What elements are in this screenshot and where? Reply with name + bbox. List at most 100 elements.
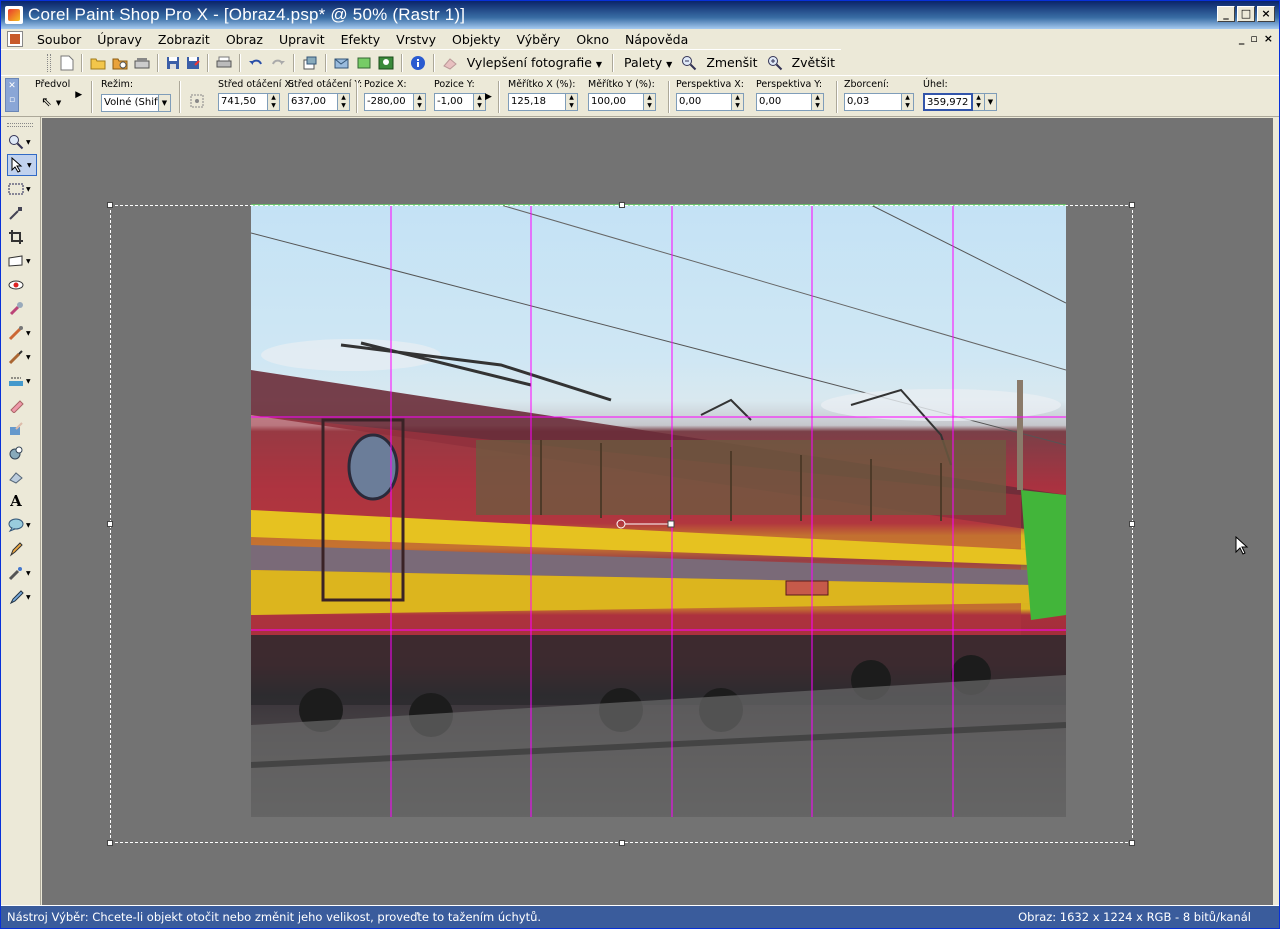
scale-y-field[interactable]: 100,00 — [588, 93, 644, 111]
menu-image[interactable]: Obraz — [218, 32, 271, 47]
menu-adjust[interactable]: Upravit — [271, 32, 333, 47]
pen-tool[interactable] — [7, 538, 37, 560]
save-icon[interactable] — [166, 54, 180, 72]
zoom-in-button[interactable]: Zvětšit — [786, 55, 841, 70]
print-icon[interactable] — [216, 54, 232, 72]
red-eye-tool[interactable] — [7, 274, 37, 296]
angle-field[interactable]: 359,972 — [923, 93, 973, 111]
canvas-workspace[interactable] — [42, 118, 1279, 905]
share-icon[interactable] — [356, 54, 372, 72]
eraser-disabled-icon[interactable] — [442, 54, 458, 72]
paint-brush-tool[interactable]: ▼ — [7, 346, 37, 368]
mode-dropdown-button[interactable]: ▼ — [159, 94, 171, 112]
minimize-button[interactable]: _ — [1217, 6, 1235, 22]
persp-x-field[interactable]: 0,00 — [676, 93, 732, 111]
pick-tool[interactable]: ▼ — [7, 154, 37, 176]
menu-file[interactable]: Soubor — [29, 32, 89, 47]
pick-cursor-icon[interactable]: ⇖ — [41, 95, 52, 110]
pos-x-spinner[interactable]: ▲ ▼ — [414, 93, 426, 111]
preset-more-icon[interactable]: ▶ — [75, 90, 82, 100]
doc-minimize-button[interactable]: _ — [1239, 32, 1245, 45]
zoom-in-icon[interactable] — [767, 54, 783, 72]
undo-icon[interactable] — [248, 54, 264, 72]
rot-center-x-spinner[interactable]: ▲ ▼ — [268, 93, 280, 111]
menu-edit[interactable]: Úpravy — [89, 32, 150, 47]
retouch-tool[interactable] — [7, 418, 37, 440]
skew-spinner[interactable]: ▲ ▼ — [902, 93, 914, 111]
dropper-tool[interactable] — [7, 202, 37, 224]
resize-handle-se[interactable] — [1129, 840, 1135, 846]
pos-y-field[interactable]: -1,00 — [434, 93, 474, 111]
promote-selection-icon[interactable] — [302, 54, 318, 72]
new-file-icon[interactable] — [60, 54, 74, 72]
menu-window[interactable]: Okno — [568, 32, 617, 47]
straighten-tool[interactable]: ▼ — [7, 250, 37, 272]
menu-objects[interactable]: Objekty — [444, 32, 508, 47]
close-button[interactable]: × — [1257, 6, 1275, 22]
preset-shape-tool[interactable]: ▼ — [7, 514, 37, 536]
menu-help[interactable]: Nápověda — [617, 32, 696, 47]
document-icon[interactable] — [7, 31, 23, 47]
resize-handle-sw[interactable] — [107, 840, 113, 846]
maximize-button[interactable]: □ — [1237, 6, 1255, 22]
picture-tube-tool[interactable] — [7, 442, 37, 464]
toolbar-grip[interactable] — [47, 53, 51, 72]
selection-icon — [7, 180, 25, 198]
tool-options-close[interactable]: ✕ ▫ — [5, 78, 19, 112]
selection-tool[interactable]: ▼ — [7, 178, 37, 200]
email-icon[interactable] — [334, 54, 350, 72]
persp-y-field[interactable]: 0,00 — [756, 93, 812, 111]
redo-icon[interactable] — [270, 54, 286, 72]
persp-y-spinner[interactable]: ▲ ▼ — [812, 93, 824, 111]
center-reset-icon[interactable] — [189, 93, 205, 112]
crop-tool[interactable] — [7, 226, 37, 248]
picture-frame-icon[interactable] — [378, 54, 394, 72]
photo-fix-menu[interactable]: Vylepšení fotografie ▼ — [461, 55, 608, 70]
pencil-tool[interactable]: ▼ — [7, 586, 37, 608]
zoom-out-button[interactable]: Zmenšit — [700, 55, 763, 70]
selection-bounds[interactable] — [110, 205, 1133, 843]
scratch-remover-tool[interactable]: ▼ — [7, 322, 37, 344]
airbrush-tool[interactable]: ▼ — [7, 562, 37, 584]
eraser-tool[interactable] — [7, 394, 37, 416]
persp-x-spinner[interactable]: ▲ ▼ — [732, 93, 744, 111]
palettes-menu[interactable]: Palety ▼ — [618, 55, 678, 70]
zoom-tool[interactable]: ▼ — [7, 131, 37, 153]
tools-grip[interactable] — [7, 123, 33, 127]
info-icon[interactable] — [410, 54, 426, 72]
menu-view[interactable]: Zobrazit — [150, 32, 218, 47]
rot-center-x-field[interactable]: 741,50 — [218, 93, 268, 111]
zoom-out-icon[interactable] — [681, 54, 697, 72]
rot-center-y-spinner[interactable]: ▲ ▼ — [338, 93, 350, 111]
save-as-icon[interactable] — [186, 54, 200, 72]
open-folder-icon[interactable] — [90, 54, 106, 72]
resize-handle-n[interactable] — [619, 202, 625, 208]
preset-dropdown-icon[interactable]: ▼ — [56, 99, 61, 107]
scale-x-spinner[interactable]: ▲ ▼ — [566, 93, 578, 111]
mode-select[interactable]: Volné (Shift — [101, 94, 159, 112]
text-tool[interactable]: A — [7, 490, 37, 512]
menu-layers[interactable]: Vrstvy — [388, 32, 444, 47]
pos-x-field[interactable]: -280,00 — [364, 93, 414, 111]
scale-x-field[interactable]: 125,18 — [508, 93, 566, 111]
resize-handle-s[interactable] — [619, 840, 625, 846]
angle-dropdown-button[interactable]: ▼ — [985, 93, 997, 111]
rot-center-y-field[interactable]: 637,00 — [288, 93, 338, 111]
options-more-icon[interactable]: ▶ — [485, 92, 492, 102]
resize-handle-nw[interactable] — [107, 202, 113, 208]
resize-handle-w[interactable] — [107, 521, 113, 527]
resize-handle-ne[interactable] — [1129, 202, 1135, 208]
clone-tool[interactable] — [7, 298, 37, 320]
object-remover-tool[interactable] — [7, 466, 37, 488]
scale-y-spinner[interactable]: ▲ ▼ — [644, 93, 656, 111]
browse-icon[interactable] — [112, 54, 128, 72]
scan-icon[interactable] — [134, 54, 150, 72]
menu-effects[interactable]: Efekty — [333, 32, 389, 47]
skew-field[interactable]: 0,03 — [844, 93, 902, 111]
angle-spinner[interactable]: ▲ ▼ — [973, 93, 985, 111]
fill-tool[interactable]: ▼ — [7, 370, 37, 392]
doc-close-button[interactable]: × — [1264, 32, 1273, 45]
menu-selections[interactable]: Výběry — [509, 32, 569, 47]
doc-restore-button[interactable]: ▫ — [1250, 32, 1257, 45]
resize-handle-e[interactable] — [1129, 521, 1135, 527]
